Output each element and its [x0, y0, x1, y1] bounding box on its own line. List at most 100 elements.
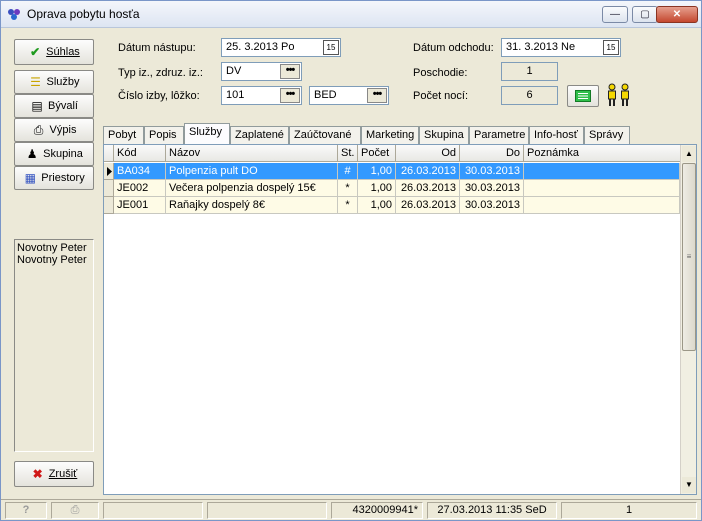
column-header-od[interactable]: Od: [396, 145, 460, 162]
cancel-button[interactable]: ✖ Zrušiť: [14, 461, 94, 487]
column-header-kod[interactable]: Kód: [114, 145, 166, 162]
skupina-button[interactable]: ♟ Skupina: [14, 142, 94, 166]
close-button[interactable]: ✕: [656, 6, 698, 23]
tab-sluzby[interactable]: Služby: [184, 123, 230, 144]
cell-note: [524, 180, 680, 197]
suhlas-button[interactable]: ✔ Súhlas: [14, 39, 94, 65]
cancel-label: Zrušiť: [48, 468, 78, 480]
nights-field: 6: [501, 86, 558, 105]
cell-status: *: [338, 180, 358, 197]
window-title: Oprava pobytu hosťa: [27, 7, 140, 21]
tab-parametre[interactable]: Parametre: [469, 126, 529, 144]
byvali-button[interactable]: ▤ Bývalí: [14, 94, 94, 118]
history-icon: ▤: [31, 99, 43, 113]
room-number-field[interactable]: 101 •••: [221, 86, 302, 105]
priestory-button[interactable]: ▦ Priestory: [14, 166, 94, 190]
cell-name: Polpenzia pult DO: [166, 163, 338, 180]
cell-name: Raňajky dospelý 8€: [166, 197, 338, 214]
status-empty-1: [103, 502, 203, 519]
tab-pobyt[interactable]: Pobyt: [103, 126, 144, 144]
scroll-down-arrow[interactable]: ▼: [682, 477, 696, 493]
cell-status: *: [338, 197, 358, 214]
tab-popis[interactable]: Popis: [144, 126, 184, 144]
app-icon: [8, 9, 20, 20]
cell-to: 30.03.2013: [460, 163, 524, 180]
cell-note: [524, 163, 680, 180]
calendar-icon[interactable]: 15: [603, 40, 619, 55]
app-window: Oprava pobytu hosťa — ▢ ✕ ✔ Súhlas ☰ Slu…: [0, 0, 702, 521]
status-bar: ? ⎙ 4320009941* 27.03.2013 11:35 SeD 1: [1, 499, 701, 520]
room-type-field[interactable]: DV •••: [221, 62, 302, 81]
bed-field[interactable]: BED •••: [309, 86, 389, 105]
title-bar: Oprava pobytu hosťa — ▢ ✕: [1, 1, 701, 28]
table-row[interactable]: JE002 Večera polpenzia dospelý 15€ * 1,0…: [104, 180, 680, 197]
status-count: 1: [561, 502, 697, 519]
room-type-lookup-button[interactable]: •••: [280, 64, 300, 79]
guest-item[interactable]: Novotny Peter: [17, 254, 91, 266]
floor-label: Poschodie:: [413, 67, 468, 79]
tab-zaplatene[interactable]: Zaplatené: [230, 126, 289, 144]
group-icon: ♟: [26, 147, 38, 161]
grid-icon: ▦: [24, 171, 36, 185]
column-header-nazov[interactable]: Názov: [166, 145, 338, 162]
vypis-button[interactable]: ⎙ Výpis: [14, 118, 94, 142]
arrival-label: Dátum nástupu:: [118, 42, 196, 54]
departure-date-field[interactable]: 31. 3.2013 Ne 15: [501, 38, 621, 57]
sluzby-button[interactable]: ☰ Služby: [14, 70, 94, 94]
print-icon[interactable]: ⎙: [51, 502, 99, 519]
column-header-pocet[interactable]: Počet: [358, 145, 396, 162]
cell-name: Večera polpenzia dospelý 15€: [166, 180, 338, 197]
cell-code: JE002: [114, 180, 166, 197]
table-header: Kód Názov St. Počet Od Do Poznámka: [104, 145, 682, 162]
cell-from: 26.03.2013: [396, 163, 460, 180]
room-number-value: 101: [226, 89, 245, 101]
status-empty-2: [207, 502, 327, 519]
note-button[interactable]: [567, 85, 599, 107]
column-header-poznamka[interactable]: Poznámka: [524, 145, 682, 162]
suhlas-label: Súhlas: [46, 46, 80, 58]
help-icon[interactable]: ?: [5, 502, 47, 519]
room-label: Číslo izby, lôžko:: [118, 90, 200, 102]
arrival-date-field[interactable]: 25. 3.2013 Po 15: [221, 38, 341, 57]
maximize-button[interactable]: ▢: [632, 6, 658, 23]
current-row-marker: [104, 163, 114, 180]
floor-field: 1: [501, 62, 558, 81]
tab-spravy[interactable]: Správy: [584, 126, 630, 144]
skupina-label: Skupina: [43, 148, 83, 160]
check-icon: ✔: [30, 45, 41, 59]
table-row[interactable]: BA034 Polpenzia pult DO # 1,00 26.03.201…: [104, 163, 680, 180]
minimize-button[interactable]: —: [602, 6, 628, 23]
tab-zauctovane[interactable]: Zaúčtované: [289, 126, 361, 144]
tab-marketing[interactable]: Marketing: [361, 126, 419, 144]
note-icon: [575, 90, 591, 102]
table-row[interactable]: JE001 Raňajky dospelý 8€ * 1,00 26.03.20…: [104, 197, 680, 214]
services-table[interactable]: Kód Názov St. Počet Od Do Poznámka BA034…: [103, 144, 697, 495]
tab-info-host[interactable]: Info-hosť: [529, 126, 584, 144]
printer-icon: ⎙: [33, 123, 44, 137]
tab-skupina[interactable]: Skupina: [419, 126, 469, 144]
guest-item[interactable]: Novotny Peter: [17, 242, 91, 254]
calendar-icon[interactable]: 15: [323, 40, 339, 55]
priestory-label: Priestory: [41, 172, 85, 184]
departure-date-value: 31. 3.2013 Ne: [506, 41, 576, 53]
cell-from: 26.03.2013: [396, 197, 460, 214]
side-panel: ✔ Súhlas ☰ Služby ▤ Bývalí ⎙ Výpis ♟ Sku…: [7, 32, 99, 494]
byvali-label: Bývalí: [48, 100, 78, 112]
guest-list[interactable]: Novotny Peter Novotny Peter: [14, 239, 94, 452]
room-lookup-button[interactable]: •••: [280, 88, 300, 103]
cell-note: [524, 197, 680, 214]
bed-lookup-button[interactable]: •••: [367, 88, 387, 103]
two-persons-icon[interactable]: [606, 83, 632, 107]
row-indicator-header: [104, 145, 114, 162]
cell-count: 1,00: [358, 197, 396, 214]
column-header-do[interactable]: Do: [460, 145, 524, 162]
room-type-value: DV: [226, 65, 242, 77]
column-header-st[interactable]: St.: [338, 145, 358, 162]
scroll-up-arrow[interactable]: ▲: [682, 146, 696, 162]
cell-to: 30.03.2013: [460, 197, 524, 214]
scroll-thumb[interactable]: ≡: [682, 163, 696, 351]
vertical-scrollbar[interactable]: ▲ ≡ ▼: [680, 145, 696, 494]
sluzby-label: Služby: [46, 76, 80, 88]
status-datetime: 27.03.2013 11:35 SeD: [427, 502, 557, 519]
cell-status: #: [338, 163, 358, 180]
